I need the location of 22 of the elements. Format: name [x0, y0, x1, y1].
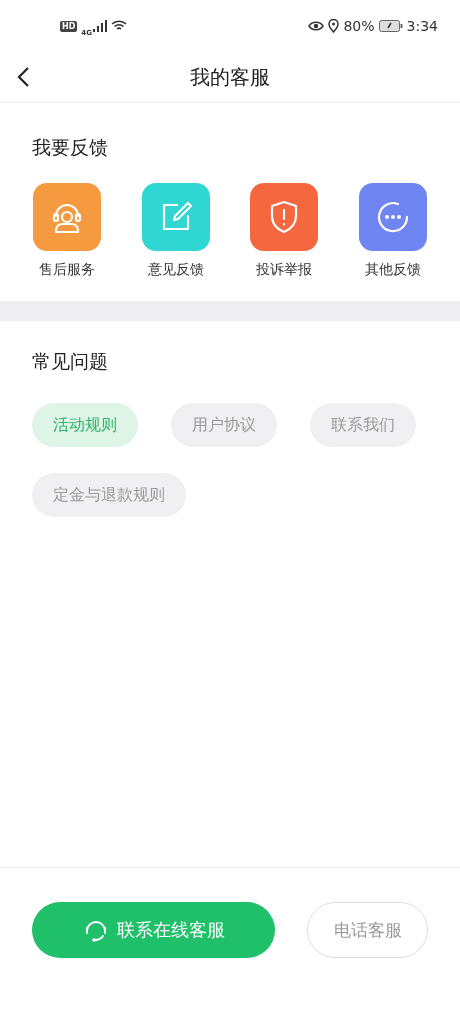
- section-title: 常见问题: [31, 349, 109, 374]
- online-service-button[interactable]: 联系在线客服: [32, 902, 275, 958]
- signal-icon: [92, 20, 107, 32]
- faq-tag[interactable]: 联系我们: [310, 403, 416, 447]
- feedback-option[interactable]: 意见反馈: [121, 183, 230, 279]
- eye-icon: [308, 20, 325, 32]
- hd-badge: HD: [60, 20, 78, 32]
- feedback-option[interactable]: 其他反馈: [338, 183, 447, 279]
- battery-percent: 80%: [343, 18, 375, 34]
- wifi-icon: [110, 20, 127, 32]
- faq-tag[interactable]: 定金与退款规则: [32, 473, 186, 517]
- faq-tag[interactable]: 活动规则: [32, 403, 138, 447]
- section-title: 我要反馈: [31, 135, 109, 160]
- feedback-option[interactable]: 售后服务: [13, 183, 122, 279]
- battery-icon: [378, 20, 403, 32]
- page-title: 我的客服: [190, 63, 270, 91]
- faq-tag[interactable]: 用户协议: [171, 403, 277, 447]
- clock: 3:34: [406, 18, 438, 34]
- feedback-option[interactable]: 投诉举报: [230, 183, 339, 279]
- location-icon: [328, 19, 340, 33]
- phone-service-button[interactable]: 电话客服: [307, 902, 428, 958]
- back-icon: [16, 66, 30, 88]
